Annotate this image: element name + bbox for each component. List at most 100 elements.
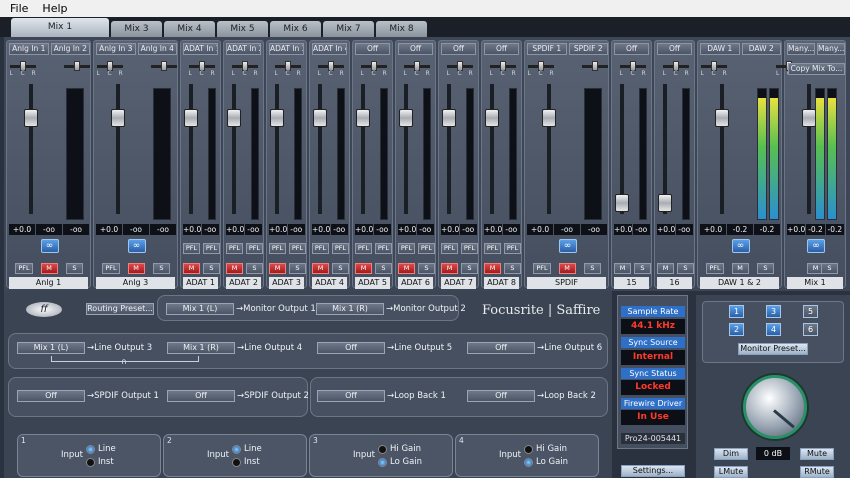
fader-knob[interactable] bbox=[542, 109, 556, 127]
input-select[interactable]: SPDIF 1 bbox=[527, 43, 567, 55]
tab-mix-6[interactable]: Mix 6 bbox=[270, 21, 321, 37]
mute-button[interactable]: M bbox=[558, 263, 576, 274]
input-select[interactable]: Anlg In 1 bbox=[9, 43, 49, 55]
stereo-link-button[interactable]: ∞ bbox=[558, 239, 577, 253]
input-select[interactable]: SPDIF 2 bbox=[568, 43, 608, 55]
mute-button[interactable]: M bbox=[657, 263, 674, 274]
pfl-button[interactable]: PFL bbox=[102, 263, 120, 274]
input-select[interactable]: ADAT In 4 bbox=[312, 43, 347, 55]
fader-knob[interactable] bbox=[802, 109, 816, 127]
mute-button[interactable]: M bbox=[484, 263, 501, 274]
input-select[interactable]: Off bbox=[614, 43, 649, 55]
solo-button[interactable]: S bbox=[246, 263, 263, 274]
mute-button[interactable]: M bbox=[183, 263, 200, 274]
route-monitor-1-select[interactable]: Mix 1 (L) bbox=[166, 303, 234, 315]
input-select[interactable]: Anlg In 4 bbox=[137, 43, 177, 55]
tab-mix-7[interactable]: Mix 7 bbox=[323, 21, 374, 37]
pan-control[interactable]: LCR bbox=[700, 61, 727, 77]
sync-source-select[interactable]: Internal bbox=[621, 350, 685, 365]
input-select[interactable]: ADAT In 3 bbox=[269, 43, 304, 55]
pan-control[interactable]: LCR bbox=[619, 61, 646, 77]
input-select[interactable]: Many... bbox=[817, 43, 845, 55]
pan-control[interactable] bbox=[63, 61, 90, 77]
pan-control[interactable] bbox=[150, 61, 177, 77]
monitor-volume-knob[interactable] bbox=[743, 375, 807, 439]
solo-button[interactable]: S bbox=[289, 263, 306, 274]
pfl-button[interactable]: PFL bbox=[484, 243, 501, 254]
mute-button[interactable]: M bbox=[269, 263, 286, 274]
stereo-link-button[interactable]: ∞ bbox=[127, 239, 146, 253]
pan-control[interactable]: LCR bbox=[274, 61, 301, 77]
input-select[interactable]: ADAT In 1 bbox=[183, 43, 218, 55]
solo-button[interactable]: S bbox=[418, 263, 435, 274]
solo-button[interactable]: S bbox=[584, 263, 601, 274]
monitor-1-button[interactable]: 1 bbox=[729, 305, 744, 318]
option-2-radio[interactable] bbox=[86, 458, 95, 467]
pfl-button[interactable]: PFL bbox=[203, 243, 220, 254]
mute-button[interactable]: Mute bbox=[800, 448, 834, 460]
pfl-button[interactable]: PFL bbox=[533, 263, 551, 274]
input-select[interactable]: ADAT In 2 bbox=[226, 43, 261, 55]
pfl-button[interactable]: PFL bbox=[355, 243, 372, 254]
solo-button[interactable]: S bbox=[203, 263, 220, 274]
mute-button[interactable]: M bbox=[127, 263, 145, 274]
input-select[interactable]: Off bbox=[657, 43, 692, 55]
pan-control[interactable]: LCR bbox=[231, 61, 258, 77]
fader-knob[interactable] bbox=[184, 109, 198, 127]
pfl-button[interactable]: PFL bbox=[246, 243, 263, 254]
option-2-radio[interactable] bbox=[232, 458, 241, 467]
solo-button[interactable]: S bbox=[634, 263, 651, 274]
pan-control[interactable]: LCR bbox=[489, 61, 516, 77]
input-select[interactable]: Many... bbox=[787, 43, 815, 55]
mute-button[interactable]: M bbox=[40, 263, 58, 274]
solo-button[interactable]: S bbox=[66, 263, 83, 274]
fader-knob[interactable] bbox=[227, 109, 241, 127]
pfl-button[interactable]: PFL bbox=[418, 243, 435, 254]
fader-knob[interactable] bbox=[111, 109, 125, 127]
mute-button[interactable]: M bbox=[398, 263, 415, 274]
mute-button[interactable]: M bbox=[312, 263, 329, 274]
monitor-6-button[interactable]: 6 bbox=[803, 323, 818, 336]
solo-button[interactable]: S bbox=[821, 263, 838, 274]
solo-button[interactable]: S bbox=[375, 263, 392, 274]
fader-knob[interactable] bbox=[24, 109, 38, 127]
input-select[interactable]: DAW 1 bbox=[700, 43, 740, 55]
input-select[interactable]: Anlg In 2 bbox=[50, 43, 90, 55]
fader-knob[interactable] bbox=[356, 109, 370, 127]
solo-button[interactable]: S bbox=[757, 263, 774, 274]
pan-control[interactable]: LCR bbox=[527, 61, 554, 77]
pan-control[interactable]: LCR bbox=[662, 61, 689, 77]
pan-control[interactable] bbox=[581, 61, 608, 77]
tab-mix-1[interactable]: Mix 1 bbox=[11, 18, 109, 37]
monitor-preset-button[interactable]: Monitor Preset... bbox=[738, 343, 808, 355]
input-select[interactable]: Off bbox=[398, 43, 433, 55]
pfl-button[interactable]: PFL bbox=[375, 243, 392, 254]
route-line3-select[interactable]: Mix 1 (L) bbox=[17, 342, 85, 354]
fader-knob[interactable] bbox=[485, 109, 499, 127]
route-spdif1-select[interactable]: Off bbox=[17, 390, 85, 402]
stereo-link-button[interactable]: ∞ bbox=[807, 239, 825, 253]
mute-button[interactable]: M bbox=[226, 263, 243, 274]
mute-button[interactable]: M bbox=[441, 263, 458, 274]
pfl-button[interactable]: PFL bbox=[312, 243, 329, 254]
route-monitor-2-select[interactable]: Mix 1 (R) bbox=[316, 303, 384, 315]
pfl-button[interactable]: PFL bbox=[398, 243, 415, 254]
mute-button[interactable]: M bbox=[355, 263, 372, 274]
copy-mix-button[interactable]: Copy Mix To... bbox=[788, 63, 845, 75]
pan-control[interactable]: LCR bbox=[446, 61, 473, 77]
pfl-button[interactable]: PFL bbox=[183, 243, 200, 254]
pan-control[interactable]: LCR bbox=[188, 61, 215, 77]
route-line5-select[interactable]: Off bbox=[317, 342, 385, 354]
monitor-2-button[interactable]: 2 bbox=[729, 323, 744, 336]
pfl-button[interactable]: PFL bbox=[461, 243, 478, 254]
pan-control[interactable]: LCR bbox=[9, 61, 36, 77]
rmute-button[interactable]: RMute bbox=[800, 466, 834, 478]
route-line6-select[interactable]: Off bbox=[467, 342, 535, 354]
option-1-radio[interactable] bbox=[86, 445, 95, 454]
pfl-button[interactable]: PFL bbox=[269, 243, 286, 254]
pan-knob[interactable] bbox=[591, 61, 598, 71]
option-1-radio[interactable] bbox=[524, 445, 533, 454]
monitor-4-button[interactable]: 4 bbox=[766, 323, 781, 336]
option-2-radio[interactable] bbox=[524, 458, 533, 467]
stereo-link-button[interactable]: ∞ bbox=[40, 239, 59, 253]
